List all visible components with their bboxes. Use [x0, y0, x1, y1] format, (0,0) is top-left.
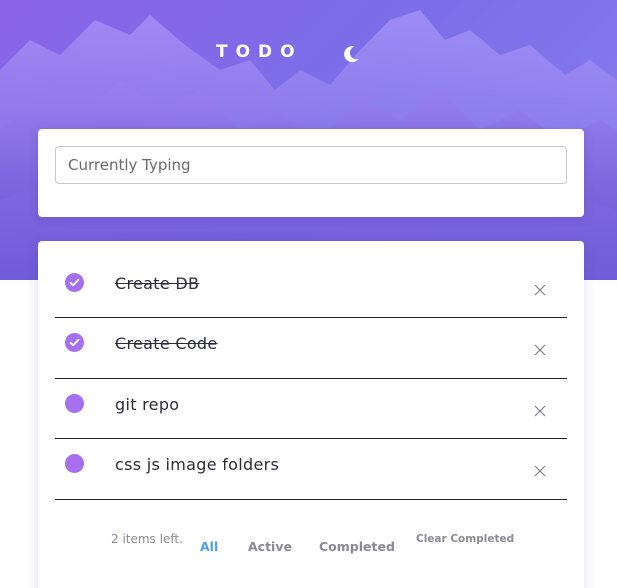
filter-all[interactable]: All [200, 539, 218, 554]
close-icon [534, 344, 546, 356]
moon-icon [344, 46, 359, 63]
app-title: TODO [216, 42, 303, 62]
todo-text: css js image folders [115, 455, 280, 474]
todo-item: git repo [55, 379, 567, 439]
todo-list-card: Create DB Create Code git repo css js im… [38, 241, 584, 588]
list-footer: 2 items left. All Active Completed Clear… [38, 531, 584, 561]
todo-item: Create Code [55, 318, 567, 379]
complete-toggle[interactable] [65, 273, 84, 292]
new-todo-input[interactable] [55, 146, 567, 184]
new-todo-card [38, 129, 584, 217]
complete-toggle[interactable] [65, 393, 84, 413]
delete-button[interactable] [533, 342, 547, 356]
close-icon [534, 405, 546, 416]
items-left-count: 2 items left. [111, 532, 183, 546]
delete-button[interactable] [533, 403, 547, 417]
todo-text: Create DB [115, 274, 200, 293]
todo-item: css js image folders [55, 439, 567, 500]
checkmark-icon [69, 278, 80, 287]
filter-completed[interactable]: Completed [319, 539, 395, 554]
close-icon [534, 465, 546, 477]
theme-toggle-button[interactable] [340, 43, 362, 65]
complete-toggle[interactable] [65, 333, 84, 352]
todo-text: git repo [115, 394, 180, 414]
todo-list: Create DB Create Code git repo css js im… [55, 258, 567, 500]
delete-button[interactable] [533, 282, 547, 296]
delete-button[interactable] [533, 463, 547, 477]
complete-toggle[interactable] [65, 454, 84, 473]
clear-completed-button[interactable]: Clear Completed [416, 533, 514, 545]
todo-text: Create Code [115, 334, 218, 353]
close-icon [534, 284, 546, 296]
filter-active[interactable]: Active [248, 539, 292, 554]
todo-item: Create DB [55, 258, 567, 318]
checkmark-icon [69, 338, 80, 347]
